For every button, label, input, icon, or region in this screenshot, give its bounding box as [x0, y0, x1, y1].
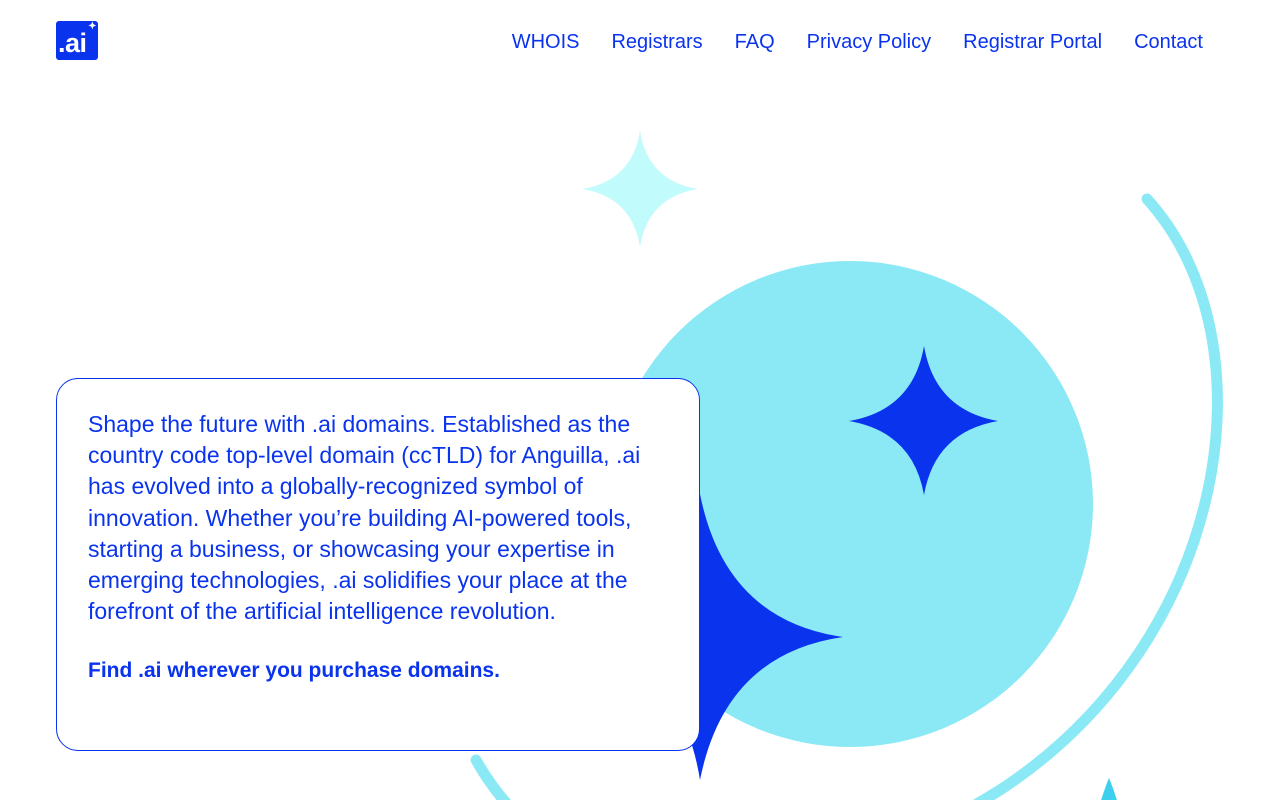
- nav-link-whois[interactable]: WHOIS: [512, 30, 580, 54]
- nav-link-privacy-policy[interactable]: Privacy Policy: [807, 30, 931, 54]
- nav-link-contact[interactable]: Contact: [1134, 30, 1203, 54]
- logo-sparkle-icon: ✦: [88, 21, 96, 32]
- orbit-arc-lower: [470, 754, 511, 800]
- page: .ai ✦ WHOIS Registrars FAQ Privacy Polic…: [0, 0, 1280, 800]
- nav-link-registrar-portal[interactable]: Registrar Portal: [963, 30, 1102, 54]
- bottom-sparkle-icon: [1101, 778, 1117, 800]
- small-sparkle-icon: [582, 131, 698, 247]
- logo-text: .ai: [58, 28, 87, 58]
- nav-link-faq[interactable]: FAQ: [735, 30, 775, 54]
- main-nav: WHOIS Registrars FAQ Privacy Policy Regi…: [512, 30, 1203, 54]
- nav-link-registrars[interactable]: Registrars: [611, 30, 702, 54]
- intro-description: Shape the future with .ai domains. Estab…: [88, 411, 641, 625]
- intro-card: Shape the future with .ai domains. Estab…: [56, 378, 700, 751]
- intro-cta: Find .ai wherever you purchase domains.: [88, 659, 500, 683]
- site-logo[interactable]: .ai ✦: [56, 21, 98, 60]
